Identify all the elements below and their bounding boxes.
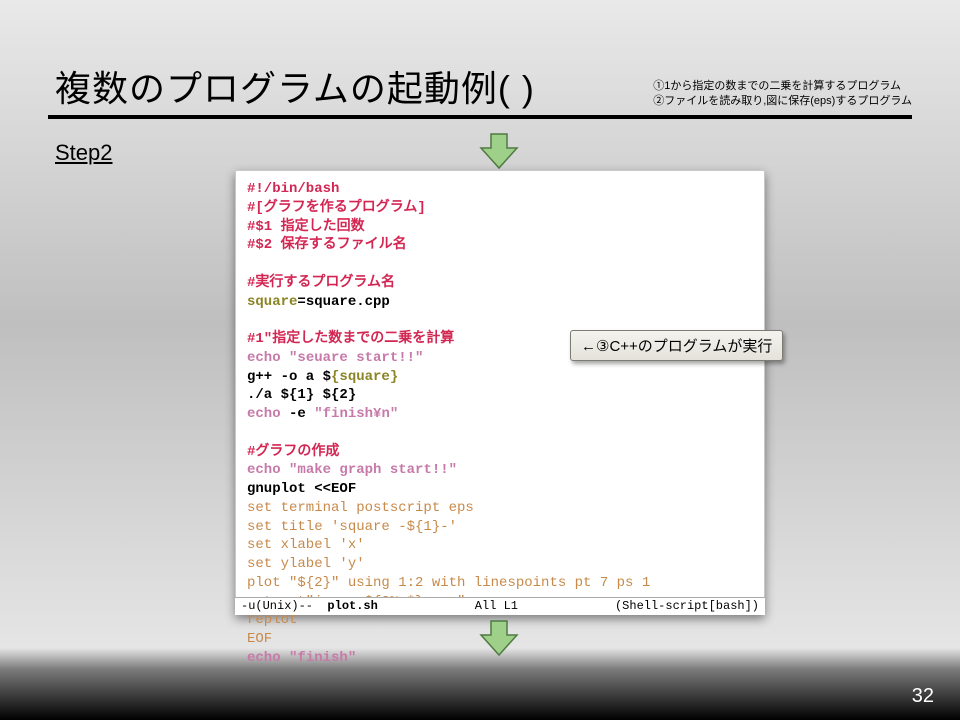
code-line: echo "make graph start!!" [247,461,753,480]
title-row: 複数のプログラムの起動例( ) ①1から指定の数までの二乗を計算するプログラム … [55,60,912,112]
slide-title: 複数のプログラムの起動例( ) [55,60,535,112]
code-line: g++ -o a ${square} [247,368,753,387]
code-line: #[グラフを作るプログラム] [247,199,753,218]
code-blank [247,255,753,274]
code-card: #!/bin/bash #[グラフを作るプログラム] #$1 指定した回数 #$… [235,170,765,615]
code-line: #グラフの作成 [247,443,753,462]
callout-box: ←③C++のプログラムが実行 [570,330,783,361]
step-heading: Step2 [55,140,113,166]
status-mid: All L1 [475,598,518,614]
code-line: set xlabel 'x' [247,536,753,555]
slide: 複数のプログラムの起動例( ) ①1から指定の数までの二乗を計算するプログラム … [0,0,960,720]
code-line: square=square.cpp [247,293,753,312]
code-blank [247,311,753,330]
code-line: echo -e "finish¥n" [247,405,753,424]
code-line: #実行するプログラム名 [247,274,753,293]
arrow-down-bottom-icon [477,617,521,661]
code-line: ./a ${1} ${2} [247,386,753,405]
code-line: #!/bin/bash [247,180,753,199]
status-left: -u(Unix)-- plot.sh [241,598,378,614]
editor-status-bar: -u(Unix)-- plot.sh All L1 (Shell-script[… [235,597,765,615]
code-blank [247,424,753,443]
page-number: 32 [912,685,934,708]
code-line: #$2 保存するファイル名 [247,236,753,255]
code-line: set terminal postscript eps [247,499,753,518]
code-line: set ylabel 'y' [247,555,753,574]
slide-subtitle: ①1から指定の数までの二乗を計算するプログラム ②ファイルを読み取り,図に保存(… [653,79,912,112]
subtitle-line-1: ①1から指定の数までの二乗を計算するプログラム [653,79,912,94]
subtitle-line-2: ②ファイルを読み取り,図に保存(eps)するプログラム [653,94,912,109]
code-line: set title 'square -${1}-' [247,518,753,537]
status-right: (Shell-script[bash]) [615,598,759,614]
code-line: plot "${2}" using 1:2 with linespoints p… [247,574,753,593]
title-rule [48,115,912,119]
arrow-down-top-icon [477,130,521,174]
code-line: #$1 指定した回数 [247,218,753,237]
code-line: gnuplot <<EOF [247,480,753,499]
